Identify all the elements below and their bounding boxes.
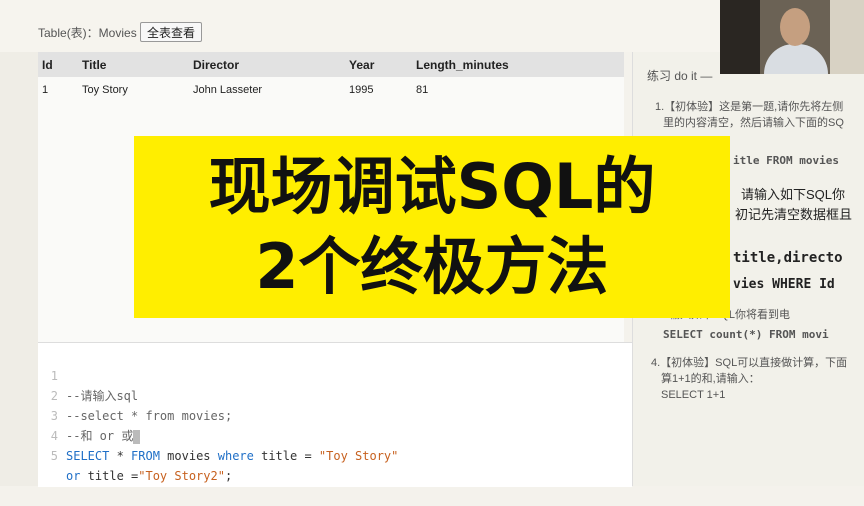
code-keyword: where (217, 449, 254, 463)
exercise-text: 初记先清空数据框且 (735, 207, 853, 222)
code-comment: --和 or 或 (66, 429, 134, 443)
line-number: 5 (50, 449, 58, 463)
code-comment: --请输入sql (66, 389, 139, 403)
column-header-year: Year (349, 58, 375, 72)
column-header-length: Length_minutes (416, 58, 509, 72)
editor-line: 4 SELECT * FROM movies where title = "To… (38, 406, 399, 463)
code-text: SELECT * FROM movies where title = "Toy … (66, 446, 398, 466)
cell-id: 1 (42, 84, 49, 96)
presenter-head (780, 8, 810, 46)
cell-director: John Lasseter (193, 84, 263, 96)
column-header-id: Id (42, 58, 53, 72)
text-cursor (133, 429, 141, 444)
overlay-title-line2: 2个终极方法 (255, 230, 609, 303)
code-keyword: SELECT (66, 449, 110, 463)
code-plain: * (109, 449, 132, 463)
table-label: Table(表)：Movies (38, 26, 137, 40)
editor-line: 3 --和 or 或 (38, 386, 141, 444)
code-plain: title = (253, 449, 319, 463)
exercise-text: SELECT 1+1 (661, 389, 726, 401)
code-keyword: FROM (131, 449, 160, 463)
top-bar: Table(表)：Movies 全表查看 (0, 0, 720, 52)
code-plain: ; (224, 469, 233, 483)
editor-line: 2 --select * from movies; (38, 366, 232, 423)
webcam-overlay (720, 0, 864, 74)
code-keyword: or (66, 469, 81, 483)
column-header-title: Title (82, 58, 107, 72)
table-header: Id Title Director Year Length_minutes (38, 52, 624, 77)
show-all-button[interactable]: 全表查看 (140, 22, 203, 42)
code-string: "Toy Story2" (138, 469, 225, 483)
cell-title: Toy Story (82, 84, 128, 96)
exercise-text: 1.【初体验】这是第一题,请你先将左侧 (655, 101, 844, 113)
cell-length: 81 (416, 84, 429, 96)
exercise-code: title,directo (733, 250, 843, 266)
exercise-text: 请输入如下SQL你 (741, 187, 846, 202)
webcam-background (720, 0, 760, 74)
column-header-director: Director (193, 58, 240, 72)
editor-line: 5 or title ="Toy Story2"; (38, 426, 232, 483)
left-strip (0, 52, 38, 486)
exercise-code: vies WHERE Id (733, 277, 835, 292)
code-text: or title ="Toy Story2"; (66, 466, 232, 486)
exercise-code: SELECT count(*) FROM movi (663, 328, 829, 341)
code-text: --和 or 或 (66, 426, 141, 446)
cell-year: 1995 (349, 84, 374, 96)
code-plain: title = (80, 469, 139, 483)
webcam-background (830, 0, 864, 74)
title-overlay-banner: 现场调试SQL的 2个终极方法 (134, 136, 730, 318)
editor-line: 1 --请输入sql (38, 346, 138, 403)
presenter-body (764, 44, 828, 74)
code-string: "Toy Story" (318, 449, 399, 463)
exercise-text: 里的内容清空，然后请输入下面的SQ (663, 117, 844, 129)
exercise-text: 算1+1的和,请输入： (661, 373, 760, 385)
code-comment: --select * from movies; (66, 409, 233, 423)
code-plain: movies (159, 449, 218, 463)
exercise-code: itle FROM movies (733, 154, 839, 167)
sql-editor[interactable]: 1 --请输入sql 2 --select * from movies; 3 -… (38, 342, 632, 487)
overlay-title-line1: 现场调试SQL的 (208, 150, 656, 223)
exercise-text: 4.【初体验】SQL可以直接做计算，下面 (651, 357, 848, 369)
exercise-title: 练习 do it — (647, 69, 713, 83)
